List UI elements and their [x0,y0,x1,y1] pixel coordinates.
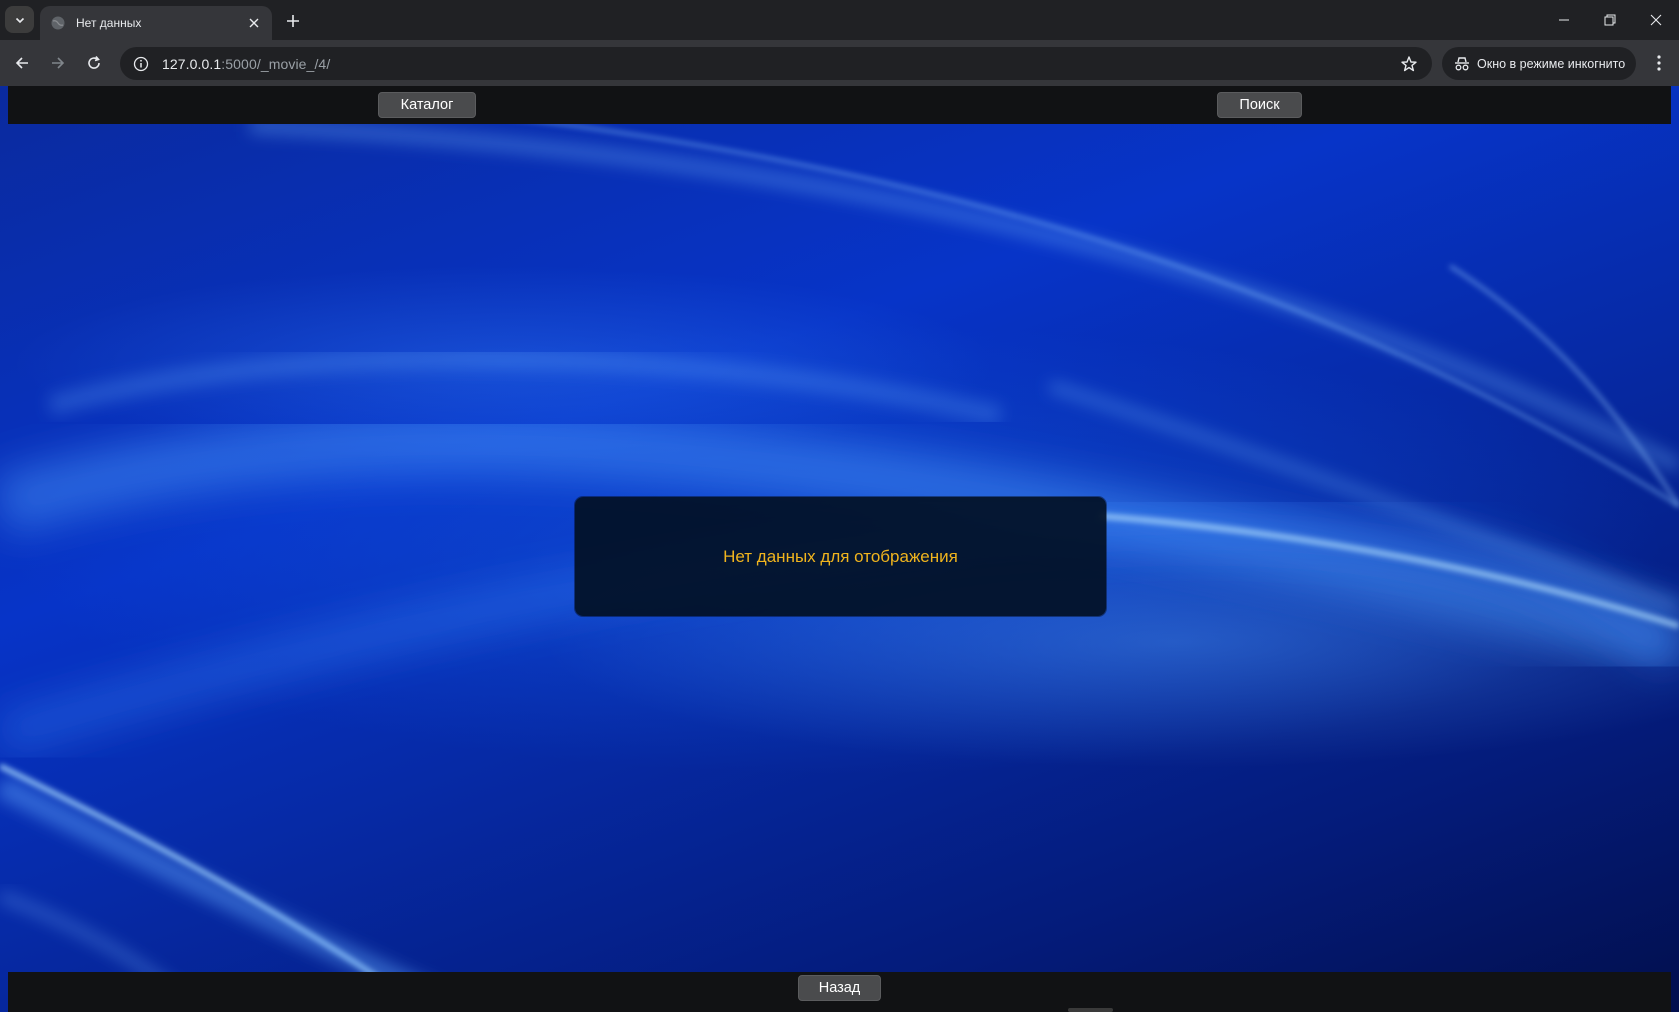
back-nav-button[interactable] [6,47,38,79]
no-data-message-box: Нет данных для отображения [575,497,1106,616]
reload-button[interactable] [78,47,110,79]
bottom-nav-bar: Назад [8,972,1671,1012]
catalog-button[interactable]: Каталог [378,92,476,118]
forward-nav-button[interactable] [42,47,74,79]
more-vert-icon [1657,55,1661,71]
plus-icon [287,15,299,27]
url-text: 127.0.0.1:5000/_movie_/4/ [162,55,331,72]
reload-icon [88,55,100,69]
scrollbar-thumb[interactable] [1068,1008,1113,1012]
back-button[interactable]: Назад [798,975,881,1001]
chevron-down-icon [15,17,24,23]
globe-icon [50,15,66,31]
restore-icon [1604,14,1616,26]
incognito-label: Окно в режиме инкогнито [1477,56,1626,71]
restore-button[interactable] [1587,0,1633,40]
minimize-icon [1559,19,1569,21]
new-tab-button[interactable] [281,9,305,33]
page-viewport: Каталог Поиск Нет данных для отображения… [0,86,1679,1012]
tab-search-button[interactable] [5,6,34,33]
browser-toolbar: 127.0.0.1:5000/_movie_/4/ Окно в режиме … [0,40,1679,86]
tab-strip: Нет данных [0,0,1679,40]
address-bar[interactable]: 127.0.0.1:5000/_movie_/4/ [120,47,1432,80]
browser-tab[interactable]: Нет данных [40,6,272,40]
incognito-icon [1455,56,1469,70]
site-info-icon[interactable] [126,49,156,79]
search-button[interactable]: Поиск [1217,92,1302,118]
arrow-left-icon [15,57,28,69]
minimize-button[interactable] [1541,0,1587,40]
close-window-button[interactable] [1633,0,1679,40]
no-data-message: Нет данных для отображения [723,546,958,566]
close-icon [1650,14,1662,26]
bookmark-star-icon[interactable] [1396,51,1422,77]
top-nav-bar: Каталог Поиск [8,86,1671,124]
tab-title: Нет данных [76,16,142,30]
browser-menu-button[interactable] [1644,47,1674,79]
incognito-indicator[interactable]: Окно в режиме инкогнито [1442,47,1636,80]
arrow-right-icon [52,57,65,69]
close-tab-icon[interactable] [246,15,262,31]
